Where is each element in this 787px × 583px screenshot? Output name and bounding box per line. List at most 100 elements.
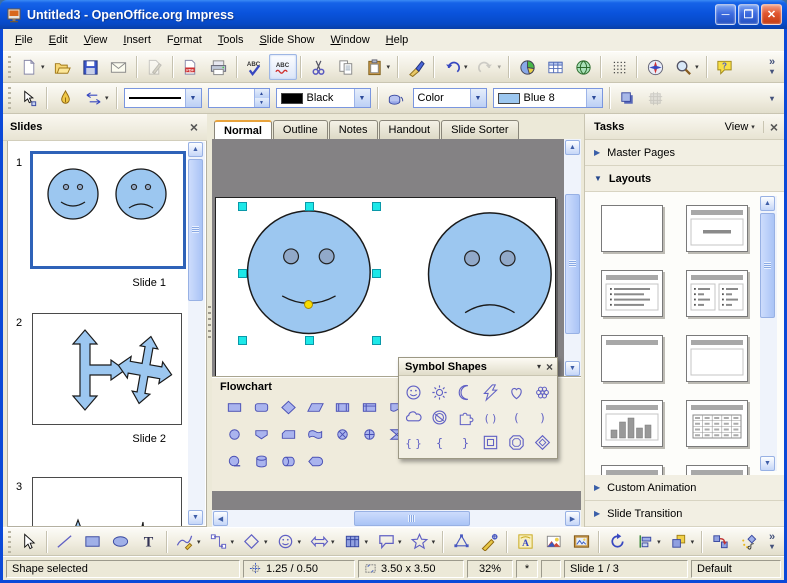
close-button[interactable]: ✕ [761,4,782,25]
undo-button[interactable]: ▾ [438,54,472,80]
curve-button[interactable]: ▾ [171,529,205,555]
right-brace-shape-button[interactable]: } [453,430,477,454]
export-pdf-button[interactable]: PDF [177,54,205,80]
layout-thumbnail-title-chart[interactable] [601,400,663,447]
slides-panel-close-button[interactable]: × [188,121,200,133]
animation-button[interactable] [734,529,762,555]
slide-page[interactable] [215,197,556,377]
canvas-vertical-scrollbar[interactable]: ▲ ▼ [564,139,581,377]
slide-canvas[interactable]: ▲ ▼ Flowchart ◀ ▶ [212,139,581,527]
scroll-up-icon[interactable]: ▲ [565,140,580,155]
open-button[interactable] [49,54,77,80]
fill-type-select[interactable]: Color▼ [413,88,487,108]
layout-thumbnail-title-content[interactable] [686,205,748,252]
text-button[interactable]: T [135,529,163,555]
layout-thumbnail-title-two-content[interactable] [686,270,748,317]
copy-button[interactable] [333,54,361,80]
punched-tape-shape-button[interactable] [303,422,327,446]
menu-file[interactable]: File [7,31,41,49]
cut-button[interactable] [305,54,333,80]
minimize-button[interactable]: ─ [715,4,736,25]
toolbar-overflow-button[interactable]: »▾ [762,533,784,551]
summing-junction-shape-button[interactable] [330,422,354,446]
scroll-down-icon[interactable]: ▼ [565,361,580,376]
menu-insert[interactable]: Insert [115,31,159,49]
left-bracket-shape-button[interactable]: ( [505,405,529,429]
slides-scrollbar[interactable]: ▲ ▼ [188,142,205,525]
line-color-select[interactable]: Black▼ [276,88,371,108]
left-brace-shape-button[interactable]: { [427,430,451,454]
size-indicator[interactable]: 3.50 x 3.50 [358,560,464,578]
section-master-pages[interactable]: ▶ Master Pages [585,140,784,166]
double-brace-shape-button[interactable]: { } [401,430,425,454]
tab-slide-sorter[interactable]: Slide Sorter [441,120,518,139]
scroll-up-icon[interactable]: ▲ [188,142,203,157]
selection-handle[interactable] [372,269,381,278]
edit-points-button[interactable] [447,529,475,555]
square-bevel-shape-button[interactable] [479,430,503,454]
selection-handle[interactable] [238,336,247,345]
magnetic-disk-shape-button[interactable] [249,449,273,473]
scrollbar-thumb[interactable] [354,511,470,526]
lightning-bolt-shape-button[interactable] [479,380,503,404]
cloud-shape-button[interactable] [401,405,425,429]
menu-tools[interactable]: Tools [210,31,252,49]
off-page-connector-shape-button[interactable] [249,422,273,446]
right-bracket-shape-button[interactable]: ) [531,405,555,429]
tab-outline[interactable]: Outline [273,120,328,139]
new-button[interactable]: ▾ [15,54,49,80]
align-button[interactable]: ▾ [631,529,665,555]
template-name[interactable]: Default [691,560,781,578]
predefined-process-shape-button[interactable] [330,395,354,419]
paste-button[interactable]: ▾ [361,54,395,80]
shadow-button[interactable] [614,85,642,111]
flowcharts-button[interactable]: ▾ [339,529,373,555]
flower-shape-button[interactable] [531,380,555,404]
menu-slide-show[interactable]: Slide Show [251,31,322,49]
selection-handle[interactable] [372,336,381,345]
connector-button[interactable]: ▾ [204,529,238,555]
format-paintbrush-button[interactable] [402,54,430,80]
layout-thumbnail-partial[interactable] [601,465,663,475]
selection-handle[interactable] [305,202,314,211]
ellipse-button[interactable] [107,529,135,555]
canvas-horizontal-scrollbar[interactable]: ◀ ▶ [212,510,581,527]
octagon-bevel-shape-button[interactable] [505,430,529,454]
basic-shapes-button[interactable]: ▾ [238,529,272,555]
toolbar-overflow-button[interactable]: »▾ [762,58,784,76]
selection-handle[interactable] [238,269,247,278]
zoom-level[interactable]: 32% [467,560,513,578]
tab-notes[interactable]: Notes [329,120,378,139]
process-shape-button[interactable] [222,395,246,419]
from-file-button[interactable] [539,529,567,555]
layout-thumbnail-title-box[interactable] [686,335,748,382]
slide-thumbnail-2[interactable] [32,313,182,425]
chart-button[interactable] [513,54,541,80]
scrollbar-thumb[interactable] [760,213,775,318]
navigator-button[interactable] [641,54,669,80]
symbol-shapes-button[interactable]: ▾ [272,529,306,555]
sequential-access-shape-button[interactable] [222,449,246,473]
slide-thumbnail-1[interactable] [30,151,186,269]
direct-access-storage-shape-button[interactable] [276,449,300,473]
card-shape-button[interactable] [276,422,300,446]
layout-thumbnail-blank[interactable] [601,205,663,252]
spellcheck-button[interactable]: ABC [241,54,269,80]
edit-points-mode-button[interactable] [15,85,43,111]
line-dialog-button[interactable] [51,85,79,111]
line-style-select[interactable]: ▼ [124,88,202,108]
toolbar-drag-handle[interactable] [6,56,13,78]
decision-shape-button[interactable] [276,395,300,419]
callouts-button[interactable]: ▾ [372,529,406,555]
scroll-down-icon[interactable]: ▼ [760,456,775,471]
gallery-button[interactable] [567,529,595,555]
menu-view[interactable]: View [76,31,116,49]
toolbar-overflow-button[interactable]: ▾ [762,94,784,103]
data-shape-button[interactable] [303,395,327,419]
block-arrows-button[interactable]: ▾ [305,529,339,555]
alternate-process-shape-button[interactable] [249,395,273,419]
menu-format[interactable]: Format [159,31,210,49]
selection-handle[interactable] [238,202,247,211]
prohibited-shape-button[interactable] [427,405,451,429]
display-shape-button[interactable] [303,449,327,473]
